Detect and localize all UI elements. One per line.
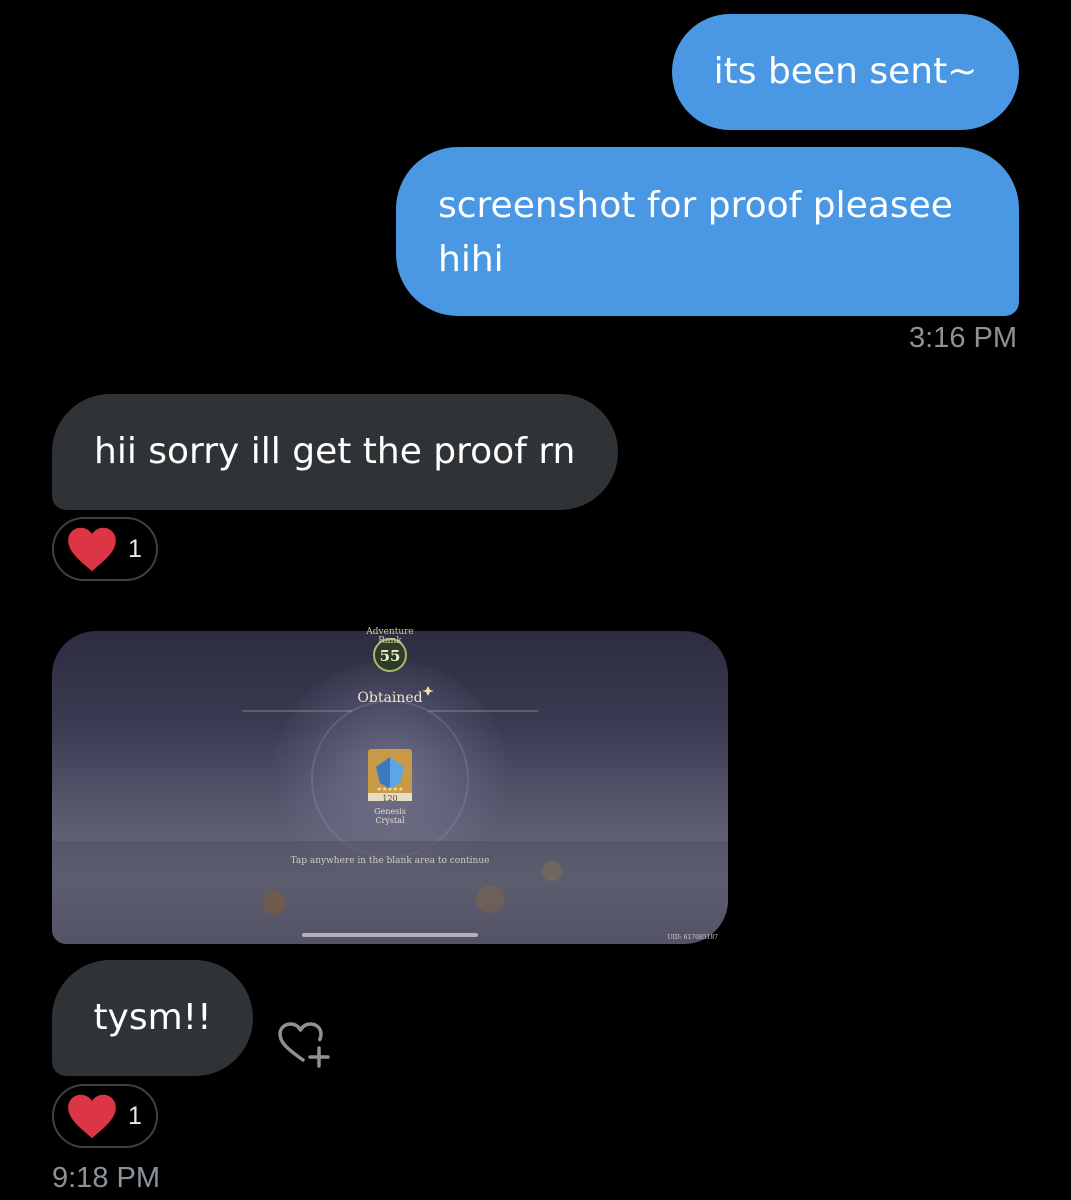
screenshot-attachment[interactable]: ★★★★★ xyxy=(52,631,728,944)
uid-label: UID: 617085187 xyxy=(667,934,718,941)
heart-plus-icon[interactable] xyxy=(276,1020,334,1070)
message-timestamp: 3:16 PM xyxy=(909,322,1017,354)
adventure-rank-value: 55 xyxy=(379,647,401,665)
reaction-pill[interactable]: 1 xyxy=(52,517,158,581)
item-name-line: Genesis xyxy=(374,807,406,816)
message-timestamp: 9:18 PM xyxy=(52,1162,160,1194)
heart-icon xyxy=(68,1094,116,1139)
tap-to-continue-hint: Tap anywhere in the blank area to contin… xyxy=(290,856,490,866)
heart-icon xyxy=(68,527,116,572)
conversation: its been sent~ screenshot for proof plea… xyxy=(0,0,1071,1200)
adventure-rank-label: Adventure Rank xyxy=(360,628,420,646)
item-name: Genesis Crystal xyxy=(350,807,430,825)
received-message-bubble[interactable]: hii sorry ill get the proof rn xyxy=(52,394,618,510)
message-text: its been sent~ xyxy=(713,51,978,92)
received-message-bubble[interactable]: tysm!! xyxy=(52,960,253,1076)
sent-message-bubble[interactable]: screenshot for proof pleasee hihi xyxy=(396,147,1019,316)
message-text-line: screenshot for proof pleasee xyxy=(438,185,953,226)
obtained-heading: Obtained xyxy=(357,690,423,706)
item-name-line: Crystal xyxy=(375,816,405,825)
message-text: hii sorry ill get the proof rn xyxy=(94,431,576,472)
reaction-pill[interactable]: 1 xyxy=(52,1084,158,1148)
rank-label: Rank xyxy=(378,636,402,646)
reaction-count: 1 xyxy=(128,534,142,563)
svg-text:★★★★★: ★★★★★ xyxy=(377,786,404,793)
message-text-line: hihi xyxy=(438,239,504,280)
message-text: tysm!! xyxy=(93,997,212,1038)
game-screenshot-image: ★★★★★ xyxy=(52,638,728,944)
sent-message-bubble[interactable]: its been sent~ xyxy=(672,14,1019,130)
item-quantity: 120 xyxy=(382,794,398,803)
reaction-count: 1 xyxy=(128,1101,142,1130)
